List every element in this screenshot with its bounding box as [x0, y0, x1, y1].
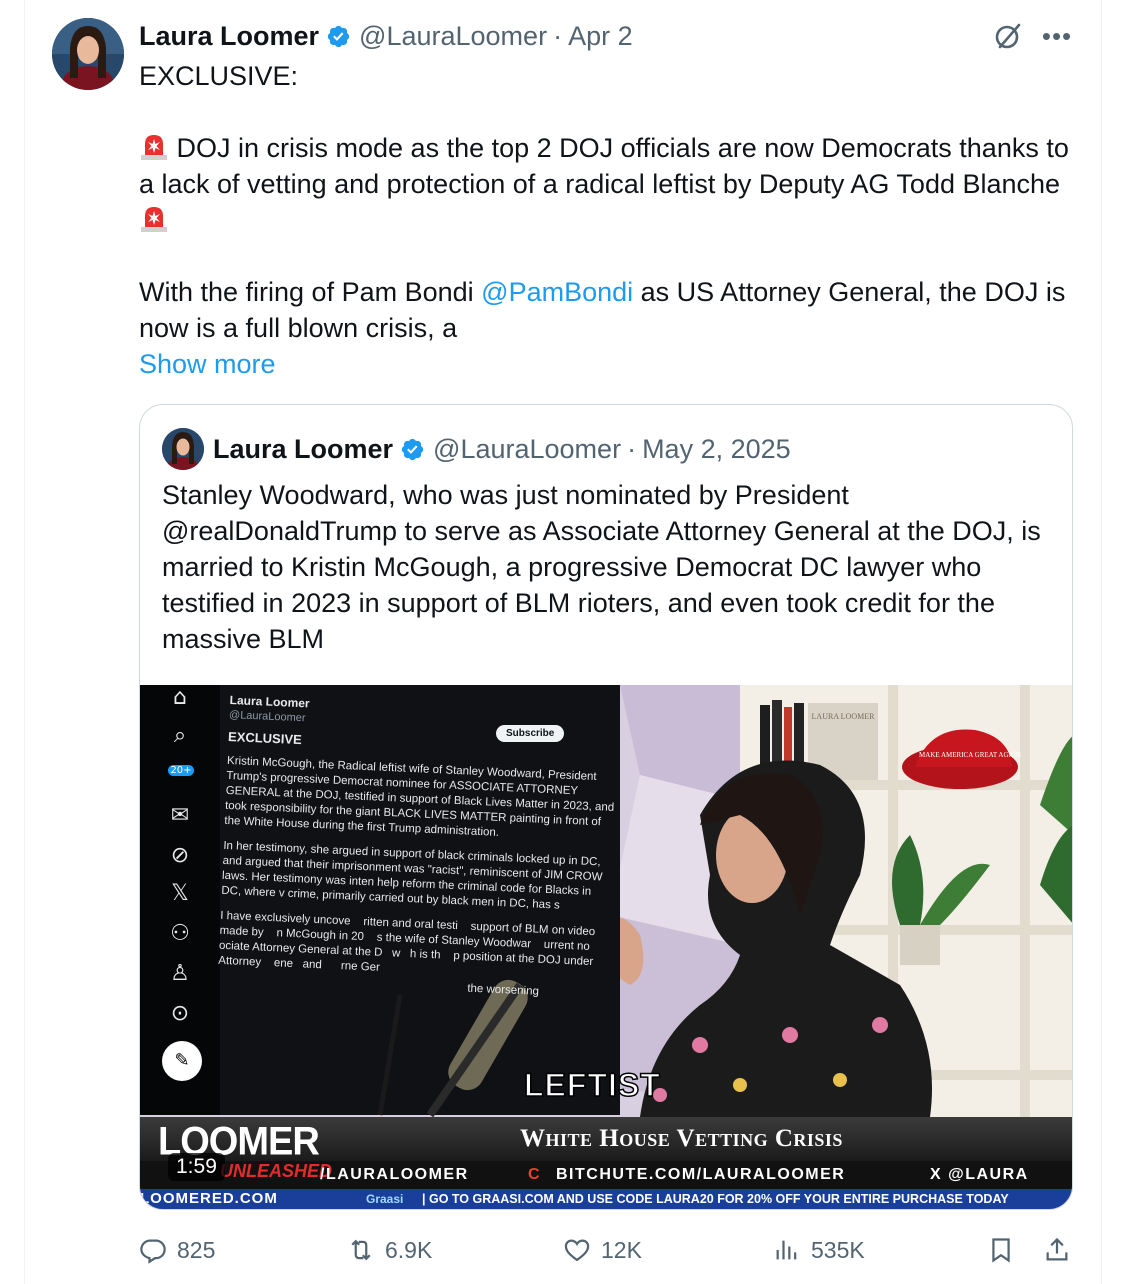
author-handle[interactable]: @LauraLoomer — [359, 21, 547, 52]
communities-icon: ⚇ — [170, 921, 190, 946]
video-player[interactable]: LAURA LOOMER MAKE AMERICA GREAT AGAIN ⌂ … — [140, 685, 1072, 1209]
loomer-logo-sub: UNLEASHED — [220, 1161, 333, 1181]
share-icon — [1046, 1237, 1068, 1261]
quoted-tweet-text: Stanley Woodward, who was just nominated… — [162, 480, 1049, 654]
mail-icon: ✉ — [170, 803, 190, 828]
quoted-tweet-date: May 2, 2025 — [642, 433, 791, 464]
search-icon: ⌕ — [173, 723, 187, 748]
views-button[interactable]: 535K — [773, 1228, 865, 1272]
views-icon — [776, 1240, 797, 1260]
tweet-actions: 825 6.9K 12K 535K — [139, 1228, 1079, 1272]
separator-dot: · — [553, 20, 563, 51]
x-logo-icon: 𝕏 — [171, 881, 189, 906]
banner-title: White House Vetting Crisis — [520, 1125, 843, 1152]
screen-sidebar: ⌂ ⌕ 20+ ✉ ⊘ 𝕏 ⚇ ♙ ⊙ ✎ — [140, 685, 220, 1105]
more-options-icon[interactable]: ••• — [1042, 21, 1072, 51]
quoted-tweet[interactable]: Laura Loomer @LauraLoomer · May 2, 2025 … — [139, 404, 1073, 1210]
promo-text: | GO TO GRAASI.COM AND USE CODE LAURA20 … — [422, 1192, 1009, 1206]
profile-icon: ♙ — [170, 961, 190, 986]
like-button[interactable]: 12K — [563, 1228, 642, 1272]
reply-button[interactable]: 825 — [139, 1228, 215, 1272]
notification-badge: 20+ — [168, 765, 194, 776]
tweet-header: Laura Loomer @LauraLoomer · Apr 2 — [139, 18, 633, 54]
quoted-tweet-header: Laura Loomer @LauraLoomer · May 2, 2025 — [162, 427, 791, 471]
tweet-text-para2: DOJ in crisis mode as the top 2 DOJ offi… — [139, 133, 1077, 199]
video-caption: LEFTIST — [523, 1066, 661, 1104]
quoted-author-avatar — [162, 428, 204, 470]
rotating-light-emoji-icon — [139, 131, 169, 161]
separator-dot: · — [627, 433, 637, 464]
repost-count: 6.9K — [385, 1236, 433, 1263]
compose-icon: ✎ — [162, 1041, 202, 1081]
handle-x: X @LAURA — [930, 1166, 1029, 1183]
heart-icon — [564, 1239, 590, 1262]
tweet-top-actions: ••• — [992, 20, 1072, 52]
like-count: 12K — [601, 1236, 642, 1263]
tweet-text-para3-start: With the firing of Pam Bondi — [139, 277, 482, 307]
quoted-author-name: Laura Loomer — [213, 433, 394, 464]
verified-badge-icon — [400, 437, 425, 462]
tweet-text-line1: EXCLUSIVE: — [139, 61, 299, 91]
quoted-author-handle: @LauraLoomer — [433, 433, 622, 464]
author-name[interactable]: Laura Loomer — [139, 21, 319, 52]
bookmark-icon — [992, 1238, 1010, 1263]
handle-lauraloomer: /LAURALOOMER — [320, 1166, 469, 1183]
shelf-book-label: LAURA LOOMER — [812, 712, 876, 721]
show-more-link[interactable]: Show more — [139, 346, 1079, 382]
reply-count: 825 — [177, 1236, 216, 1263]
handle-bitchute: BITCHUTE.COM/LAURALOOMER — [556, 1166, 846, 1183]
bookmark-button[interactable] — [987, 1228, 1025, 1272]
screen-subscribe-button: Subscribe — [496, 725, 565, 742]
more-circle-icon: ⊙ — [170, 1001, 190, 1026]
screen-paragraph-1: Kristin McGough, the Radical leftist wif… — [224, 754, 615, 839]
author-avatar[interactable] — [52, 18, 124, 90]
verified-badge-icon — [326, 24, 351, 49]
grok-icon[interactable] — [992, 20, 1024, 52]
mention-link[interactable]: @PamBondi — [481, 277, 633, 307]
repost-icon — [351, 1239, 371, 1261]
screen-paragraph-2: In her testimony, she argued in support … — [221, 839, 606, 912]
share-button[interactable] — [1043, 1228, 1081, 1272]
site-url: LOOMERED.COM — [140, 1190, 278, 1207]
reply-icon — [140, 1239, 166, 1264]
video-lower-third: LOOMER UNLEASHED White House Vetting Cri… — [140, 1117, 1072, 1209]
repost-button[interactable]: 6.9K — [347, 1228, 432, 1272]
video-duration: 1:59 — [168, 1153, 225, 1181]
tweet-date[interactable]: Apr 2 — [568, 21, 633, 52]
bitchute-icon: C — [528, 1166, 542, 1183]
views-count: 535K — [811, 1236, 865, 1263]
promo-brand: Graasi — [366, 1192, 404, 1206]
home-icon: ⌂ — [173, 685, 187, 710]
hat-slogan-label: MAKE AMERICA GREAT AGAIN — [919, 751, 1021, 759]
rotating-light-emoji-icon — [139, 203, 169, 233]
tweet-text: EXCLUSIVE: DOJ in crisis mode as the top… — [139, 58, 1079, 382]
grok-icon: ⊘ — [170, 843, 190, 868]
